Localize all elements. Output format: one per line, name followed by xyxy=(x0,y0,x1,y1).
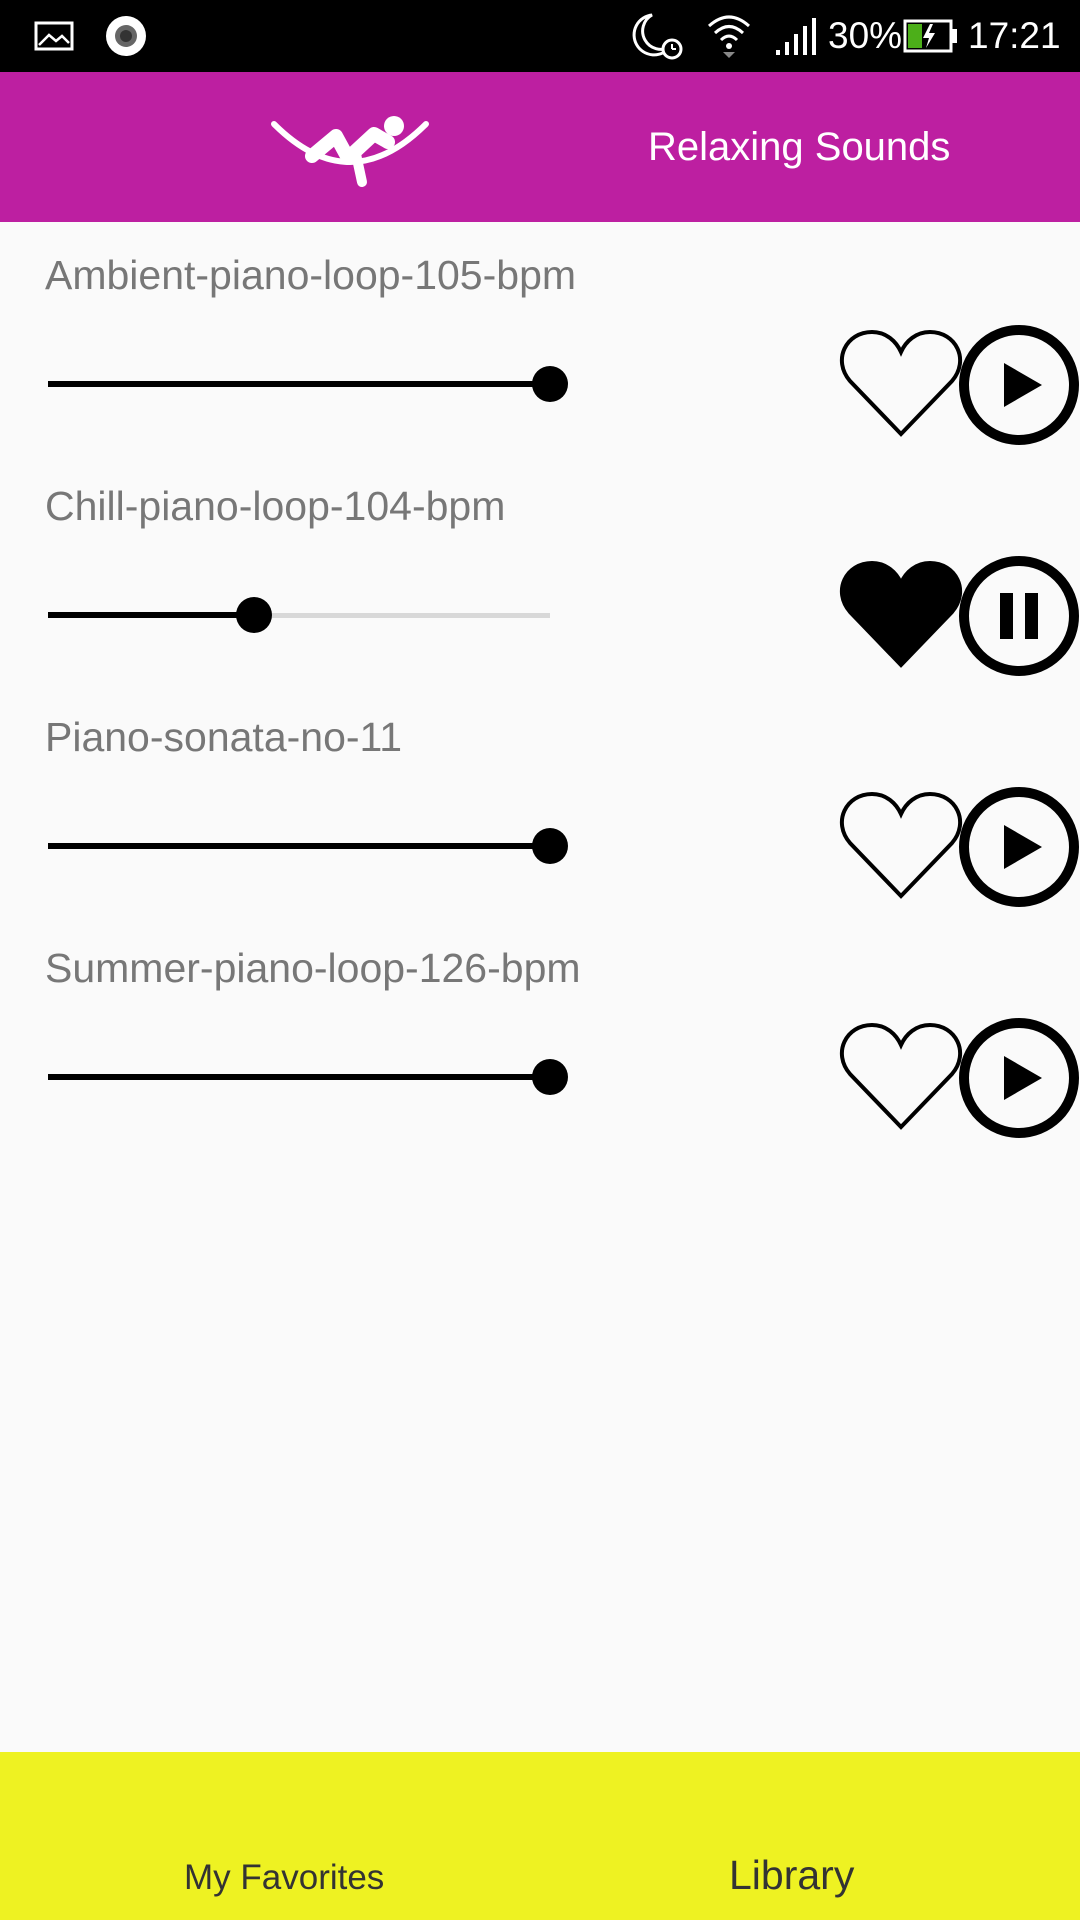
heart-filled-icon xyxy=(839,560,963,668)
volume-slider[interactable] xyxy=(48,1055,568,1099)
track-title: Ambient-piano-loop-105-bpm xyxy=(45,252,577,298)
volume-slider[interactable] xyxy=(48,593,550,637)
pause-button[interactable] xyxy=(958,555,1080,677)
slider-fill xyxy=(48,381,550,387)
battery-percent: 30% xyxy=(828,15,903,56)
slider-thumb[interactable] xyxy=(532,828,568,864)
play-icon xyxy=(959,1018,1079,1138)
slider-fill xyxy=(48,843,550,849)
play-button[interactable] xyxy=(958,786,1080,908)
favorite-button[interactable] xyxy=(838,1019,964,1135)
slider-thumb[interactable] xyxy=(532,1059,568,1095)
wifi-icon xyxy=(706,0,752,72)
app-header: Relaxing Sounds xyxy=(0,72,1080,222)
track-item: Chill-piano-loop-104-bpm xyxy=(0,453,1080,684)
track-item: Piano-sonata-no-11 xyxy=(0,684,1080,915)
slider-fill xyxy=(48,1074,550,1080)
nav-my-favorites[interactable]: My Favorites xyxy=(0,1752,540,1920)
play-button[interactable] xyxy=(958,1017,1080,1139)
slider-thumb[interactable] xyxy=(235,597,272,633)
track-title: Chill-piano-loop-104-bpm xyxy=(45,483,506,529)
heart-outline-icon xyxy=(839,1022,963,1130)
heart-outline-icon xyxy=(839,329,963,437)
volume-slider[interactable] xyxy=(48,824,568,868)
track-item: Ambient-piano-loop-105-bpm xyxy=(0,222,1080,453)
slider-thumb[interactable] xyxy=(532,366,568,402)
app-title: Relaxing Sounds xyxy=(648,125,951,169)
play-icon xyxy=(959,325,1079,445)
hammock-logo-icon xyxy=(271,116,429,187)
nav-library-label: Library xyxy=(729,1852,855,1898)
image-icon xyxy=(34,0,74,72)
clock: 17:21 xyxy=(968,15,1061,56)
moon-alarm-icon xyxy=(630,0,686,72)
status-bar: 30% 17:21 xyxy=(0,0,1080,72)
battery-charging-icon xyxy=(903,0,959,72)
nav-library[interactable]: Library xyxy=(540,1752,1080,1920)
favorite-button[interactable] xyxy=(838,326,964,442)
record-icon xyxy=(104,0,148,72)
track-title: Piano-sonata-no-11 xyxy=(45,714,403,760)
play-button[interactable] xyxy=(958,324,1080,446)
play-icon xyxy=(959,787,1079,907)
track-title: Summer-piano-loop-126-bpm xyxy=(45,945,581,991)
bottom-nav: My Favorites Library xyxy=(0,1752,1080,1920)
slider-fill xyxy=(48,612,254,618)
pause-icon xyxy=(959,556,1079,676)
volume-slider[interactable] xyxy=(48,362,568,406)
favorite-button[interactable] xyxy=(838,557,964,673)
heart-outline-icon xyxy=(839,791,963,899)
nav-my-favorites-label: My Favorites xyxy=(184,1858,385,1897)
signal-icon xyxy=(774,0,818,72)
track-item: Summer-piano-loop-126-bpm xyxy=(0,915,1080,1146)
favorite-button[interactable] xyxy=(838,788,964,904)
